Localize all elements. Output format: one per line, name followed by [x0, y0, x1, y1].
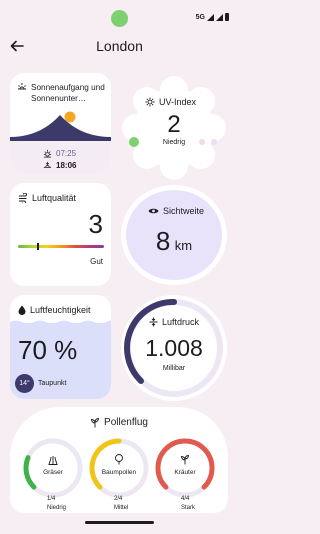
sunrise-sunset-card[interactable]: Sonnenaufgang und Sonnenunter… 07:25 18:…: [10, 73, 111, 174]
visibility-card[interactable]: Sichtweite 8 km: [121, 185, 227, 285]
pollen-name: Gräser: [43, 469, 63, 476]
pollen-card[interactable]: Pollenflug Gräser 1/4 Niedrig Baumpollen…: [10, 407, 228, 513]
sun-position-icon: [64, 111, 76, 123]
pollen-level: Niedrig: [47, 505, 67, 511]
uv-value: 2: [167, 111, 181, 138]
pollen-item-tree[interactable]: Baumpollen: [88, 437, 150, 499]
pollen-tree-value: 2/4 Mittel: [114, 495, 128, 513]
sunset-row: 18:06: [43, 161, 76, 170]
pollen-icon: [91, 418, 99, 428]
pressure-label: Luftdruck: [162, 317, 200, 327]
visibility-unit: km: [174, 238, 193, 253]
status-icons: 5G: [196, 13, 229, 21]
pollen-title-row: Pollenflug: [10, 417, 228, 428]
pollen-title: Pollenflug: [104, 417, 148, 428]
pressure-label-row: Luftdruck: [149, 317, 199, 327]
pollen-count: 1/4: [47, 496, 56, 502]
air-quality-marker: [36, 243, 39, 250]
uv-scale-dot: [211, 139, 217, 145]
sunset-icon: [18, 83, 26, 90]
sunset-small-icon: [43, 161, 52, 168]
pollen-weed-value: 4/4 Stark: [181, 495, 195, 513]
visibility-label-row: Sichtweite: [148, 206, 204, 216]
air-quality-card[interactable]: Luftqualität 3 Gut: [10, 183, 111, 286]
air-quality-scale: [18, 243, 104, 250]
pollen-count: 2/4: [114, 496, 123, 502]
pollen-gauge: [155, 438, 215, 498]
uv-label-row: UV-Index: [145, 97, 196, 107]
sun-icon: [145, 97, 155, 107]
pollen-grass-value: 1/4 Niedrig: [47, 495, 66, 513]
air-label-row: Luftqualität: [18, 193, 76, 203]
page-title: London: [96, 38, 143, 54]
wifi-icon: [216, 13, 223, 21]
sun-card-title: Sonnenaufgang und Sonnenunter…: [31, 82, 105, 104]
dewpoint-label: Taupunkt: [38, 380, 67, 387]
humidity-wave: [10, 320, 111, 325]
pollen-gauge: [89, 438, 149, 498]
notification-dot: [111, 10, 128, 27]
visibility-value-row: 8 km: [126, 226, 222, 257]
network-label: 5G: [195, 13, 205, 21]
uv-indicator-dot: [129, 137, 139, 147]
signal-icon: [207, 13, 214, 21]
pollen-gauge: [23, 438, 83, 498]
pressure-value: 1.008: [145, 335, 203, 361]
weed-icon: [181, 455, 189, 465]
tree-icon: [115, 454, 123, 465]
gesture-nav-bar[interactable]: [85, 521, 154, 524]
sunrise-time: 07:25: [56, 149, 77, 158]
battery-icon: [225, 13, 229, 21]
pressure-icon: [149, 317, 158, 327]
sunset-time: 18:06: [56, 161, 77, 170]
humidity-card[interactable]: Luftfeuchtigkeit 70 % 14° Taupunkt: [10, 295, 111, 399]
sun-arc-graph: [10, 111, 111, 141]
uv-index-card[interactable]: UV-Index 2 Niedrig: [121, 76, 227, 180]
humidity-value: 70 %: [18, 335, 78, 365]
uv-scale-dot: [199, 139, 205, 145]
air-value: 3: [88, 209, 103, 239]
pressure-card[interactable]: Luftdruck 1.008 Millibar: [121, 295, 227, 401]
pollen-count: 4/4: [181, 496, 190, 502]
pressure-unit: Millibar: [162, 365, 186, 372]
pollen-item-weed[interactable]: Kräuter: [154, 437, 216, 499]
humidity-label: Luftfeuchtigkeit: [30, 305, 91, 315]
grass-icon: [48, 456, 58, 465]
sun-times-panel: 07:25 18:06: [10, 141, 111, 174]
visibility-value: 8: [155, 226, 171, 256]
pollen-name: Baumpollen: [101, 469, 137, 476]
pollen-item-grass[interactable]: Gräser: [22, 437, 84, 499]
uv-label: UV-Index: [159, 97, 197, 107]
air-label: Luftqualität: [32, 193, 77, 203]
pollen-level: Mittel: [114, 505, 129, 511]
sunrise-row: 07:25: [43, 149, 76, 158]
sunrise-icon: [43, 149, 52, 158]
dewpoint-badge: 14°: [15, 374, 34, 393]
humidity-label-row: Luftfeuchtigkeit: [18, 305, 91, 315]
pollen-level: Stark: [181, 505, 196, 511]
wind-icon: [19, 193, 27, 203]
visibility-label: Sichtweite: [163, 206, 205, 216]
sun-card-title-text: Sonnenaufgang und Sonnenunter…: [31, 83, 105, 103]
air-level: Gut: [90, 257, 103, 266]
pollen-name: Kräuter: [174, 469, 196, 476]
eye-icon: [148, 208, 159, 214]
water-drop-icon: [18, 305, 26, 315]
